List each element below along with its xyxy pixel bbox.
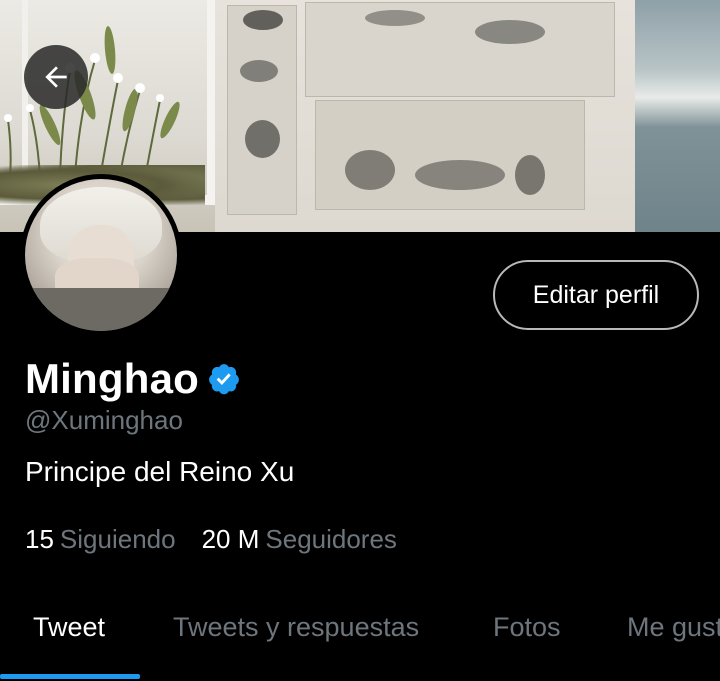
- tab-tweets[interactable]: Tweet: [33, 612, 105, 643]
- profile-tabs: Tweet Tweets y respuestas Fotos Me gusta…: [0, 597, 720, 681]
- profile-bio: Principe del Reino Xu: [25, 456, 295, 487]
- followers-value: 20 M: [201, 524, 260, 554]
- followers-label: Seguidores: [265, 524, 397, 554]
- active-tab-indicator: [0, 674, 140, 679]
- verified-badge-icon: [209, 364, 239, 395]
- following-count[interactable]: 15 Siguiendo: [25, 524, 176, 555]
- tab-tweets-and-replies[interactable]: Tweets y respuestas: [173, 612, 419, 643]
- follow-stats: 15 Siguiendo 20 M Seguidores: [25, 524, 397, 555]
- banner-sea-photo: [635, 0, 720, 232]
- following-label: Siguiendo: [59, 524, 176, 554]
- display-name: Minghao: [25, 355, 200, 402]
- avatar[interactable]: [20, 174, 182, 336]
- arrow-left-icon: [45, 66, 67, 88]
- edit-profile-button[interactable]: Editar perfil: [493, 260, 699, 330]
- user-handle: @Xuminghao: [25, 405, 183, 435]
- tab-likes[interactable]: Me gustan: [627, 612, 720, 643]
- banner-artwork-photo: [215, 0, 635, 232]
- name-row: Minghao: [25, 352, 241, 406]
- back-button[interactable]: [24, 45, 88, 109]
- avatar-photo: [25, 179, 177, 331]
- tab-photos[interactable]: Fotos: [493, 612, 561, 643]
- followers-count[interactable]: 20 M Seguidores: [202, 524, 397, 555]
- following-value: 15: [25, 524, 54, 554]
